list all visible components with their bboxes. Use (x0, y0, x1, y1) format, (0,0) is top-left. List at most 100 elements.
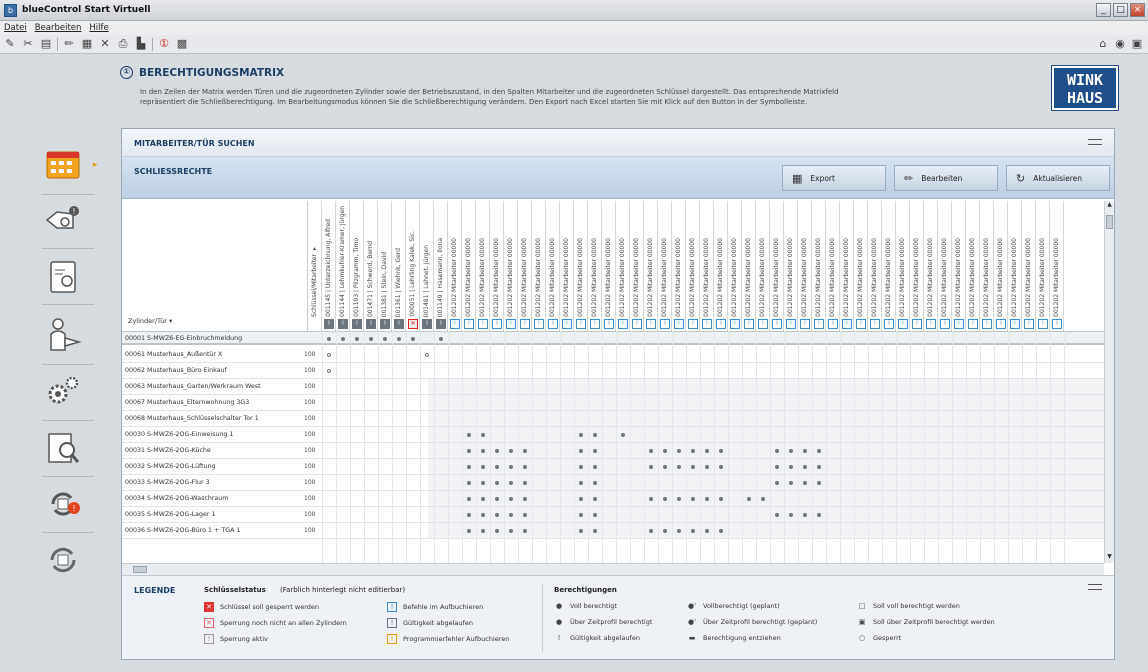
permission-dot[interactable] (593, 481, 597, 485)
permission-dot[interactable] (509, 449, 513, 453)
close-button[interactable]: × (1130, 3, 1145, 17)
table-row[interactable]: 00068 Musterhaus_Schlüsselschalter Tor 1… (122, 411, 1104, 427)
permission-dot[interactable] (481, 497, 485, 501)
collapse-icon[interactable] (1088, 139, 1102, 145)
key-column-header[interactable]: 001202 Mitarbeiter 00000! (1008, 201, 1022, 331)
permission-dot[interactable] (327, 353, 331, 357)
nav-persons[interactable] (34, 310, 92, 358)
menu-file[interactable]: Datei (4, 23, 27, 33)
key-column-header[interactable]: 001202 Mitarbeiter 00000! (490, 201, 504, 331)
permission-dot[interactable] (803, 513, 807, 517)
permission-dot[interactable] (593, 513, 597, 517)
permission-dot[interactable] (593, 433, 597, 437)
permission-dot[interactable] (705, 497, 709, 501)
table-row[interactable]: 00062 Musterhaus_Büro Einkauf 100 (122, 363, 1104, 379)
key-column-header[interactable]: 001202 Mitarbeiter 00000! (882, 201, 896, 331)
permission-dot[interactable] (341, 337, 345, 341)
permission-dot[interactable] (467, 497, 471, 501)
permission-dot[interactable] (775, 481, 779, 485)
permission-dot[interactable] (649, 529, 653, 533)
minimize-button[interactable]: _ (1096, 3, 1111, 17)
permission-dot[interactable] (677, 449, 681, 453)
permission-dot[interactable] (719, 449, 723, 453)
key-column-header[interactable]: 001202 Mitarbeiter 00000! (448, 201, 462, 331)
key-column-header[interactable]: 001202 Mitarbeiter 00000! (574, 201, 588, 331)
edit-icon[interactable]: ✏ (62, 37, 76, 51)
permission-dot[interactable] (523, 529, 527, 533)
permission-dot[interactable] (467, 481, 471, 485)
export-icon[interactable]: ▙ (134, 37, 148, 51)
permission-dot[interactable] (579, 433, 583, 437)
cut-icon[interactable]: ✂ (21, 37, 35, 51)
permission-dot[interactable] (467, 529, 471, 533)
permission-dot[interactable] (355, 337, 359, 341)
permission-dot[interactable] (817, 449, 821, 453)
menu-edit[interactable]: Bearbeiten (35, 23, 82, 33)
permission-dot[interactable] (509, 529, 513, 533)
nav-matrix[interactable] (34, 140, 92, 188)
permission-dot[interactable] (509, 481, 513, 485)
permission-dot[interactable] (775, 465, 779, 469)
permission-dot[interactable] (579, 465, 583, 469)
key-column-header[interactable]: 001202 Mitarbeiter 00000! (700, 201, 714, 331)
key-column-header[interactable]: 001202 Mitarbeiter 00000! (812, 201, 826, 331)
key-column-header[interactable]: 001202 Mitarbeiter 00000! (966, 201, 980, 331)
permission-dot[interactable] (663, 497, 667, 501)
key-column-header[interactable]: 001202 Mitarbeiter 00000! (714, 201, 728, 331)
key-column-header[interactable]: 001202 Mitarbeiter 00000! (854, 201, 868, 331)
key-column-header[interactable]: 001202 Mitarbeiter 00000! (728, 201, 742, 331)
table-row[interactable]: 00030 S-MWZ6-2OG-Einweisung 1 100 (122, 427, 1104, 443)
key-column-header[interactable]: 001202 Mitarbeiter 00000! (686, 201, 700, 331)
permission-dot[interactable] (383, 337, 387, 341)
permission-dot[interactable] (327, 337, 331, 341)
permission-dot[interactable] (789, 481, 793, 485)
permission-dot[interactable] (649, 449, 653, 453)
permission-dot[interactable] (495, 529, 499, 533)
permission-dot[interactable] (467, 449, 471, 453)
employee-column-header[interactable]: 001361 | Wiehnk, Gerd! (392, 201, 406, 331)
table-row[interactable]: 00032 S-MWZ6-2OG-Lüftung 100 (122, 459, 1104, 475)
permission-dot[interactable] (579, 449, 583, 453)
table-row[interactable]: 00036 S-MWZ6-2OG-Büro 1 + TGA 1 100 (122, 523, 1104, 539)
export-button[interactable]: ▦ Export (782, 165, 886, 191)
table-row[interactable]: 00035 S-MWZ6-2OG-Lager 1 100 (122, 507, 1104, 523)
door-column-header[interactable]: Zylinder/Tür ▾ (128, 317, 172, 325)
permission-dot[interactable] (719, 529, 723, 533)
print-icon[interactable]: ⎙ (116, 37, 130, 51)
key-column-header[interactable]: 001202 Mitarbeiter 00000! (616, 201, 630, 331)
employee-column-header[interactable]: 001193 | Pilzgramm, Timo! (350, 201, 364, 331)
permission-dot[interactable] (411, 337, 415, 341)
permission-dot[interactable] (397, 337, 401, 341)
permission-dot[interactable] (467, 465, 471, 469)
info-icon[interactable]: ① (157, 37, 171, 51)
employee-column-header[interactable]: 000051 | Lehrling Kalek, Sic. ✕ (406, 201, 420, 331)
permission-dot[interactable] (691, 465, 695, 469)
employee-column-header[interactable]: 001471 | Schwerd, Bernd! (364, 201, 378, 331)
exit-icon[interactable]: ▣ (1130, 37, 1144, 51)
permission-dot[interactable] (817, 465, 821, 469)
permission-dot[interactable] (481, 449, 485, 453)
nav-settings[interactable] (34, 366, 92, 414)
key-column-header[interactable]: 001202 Mitarbeiter 00000! (756, 201, 770, 331)
permission-dot[interactable] (593, 529, 597, 533)
permission-dot[interactable] (579, 529, 583, 533)
permission-dot[interactable] (775, 513, 779, 517)
permission-dot[interactable] (509, 465, 513, 469)
permission-dot[interactable] (495, 513, 499, 517)
permission-dot[interactable] (649, 465, 653, 469)
key-column-header[interactable]: 001202 Mitarbeiter 00000! (840, 201, 854, 331)
table-row[interactable]: 00063 Musterhaus_Garten/Werkraum West 100 (122, 379, 1104, 395)
permission-dot[interactable] (789, 465, 793, 469)
permission-dot[interactable] (495, 465, 499, 469)
key-column-header[interactable]: 001202 Mitarbeiter 00000! (658, 201, 672, 331)
permission-dot[interactable] (691, 449, 695, 453)
nav-search[interactable] (34, 424, 92, 472)
nav-sync-warning[interactable]: ! (34, 480, 92, 528)
permission-dot[interactable] (719, 465, 723, 469)
employee-column-header[interactable]: 001145 | Unterzeichnung, Alfred! (322, 201, 336, 331)
key-column-header[interactable]: 001202 Mitarbeiter 00000! (938, 201, 952, 331)
permission-dot[interactable] (691, 497, 695, 501)
table-row[interactable]: 00031 S-MWZ6-2OG-Küche 100 (122, 443, 1104, 459)
scroll-down-icon[interactable]: ▼ (1105, 553, 1114, 563)
home-icon[interactable]: ⌂ (1096, 37, 1110, 51)
